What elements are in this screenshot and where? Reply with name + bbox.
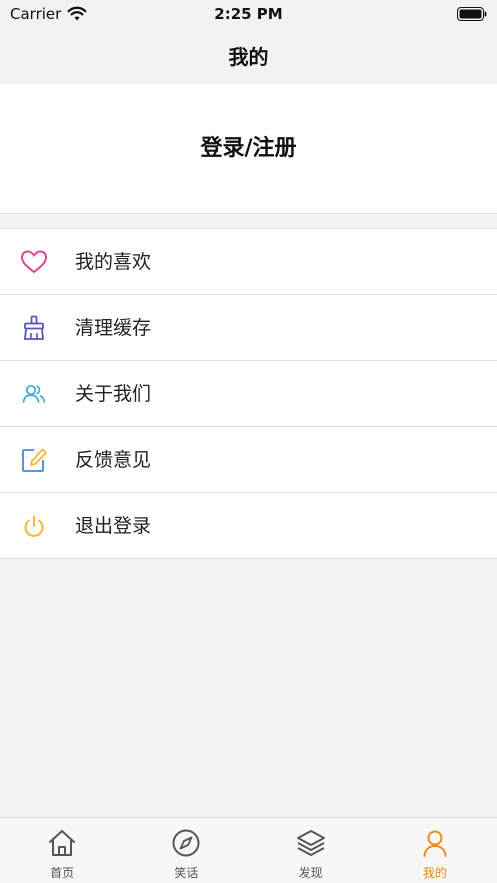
battery-icon — [457, 7, 487, 21]
compass-icon — [172, 829, 200, 857]
menu-item-label: 反馈意见 — [75, 449, 152, 471]
menu-item-feedback[interactable]: 反馈意见 — [0, 427, 497, 493]
tab-mine[interactable]: 我的 — [373, 818, 497, 883]
menu-item-label: 退出登录 — [75, 515, 152, 537]
menu-item-logout[interactable]: 退出登录 — [0, 493, 497, 559]
broom-icon — [24, 315, 44, 340]
page-title: 我的 — [0, 30, 497, 84]
person-icon — [423, 830, 447, 857]
edit-icon — [22, 448, 47, 472]
status-bar: Carrier 2:25 PM — [0, 0, 497, 30]
menu-item-label: 我的喜欢 — [75, 251, 152, 273]
menu-item-favorites[interactable]: 我的喜欢 — [0, 229, 497, 295]
menu-item-clear-cache[interactable]: 清理缓存 — [0, 295, 497, 361]
power-icon — [24, 515, 44, 537]
status-time: 2:25 PM — [214, 5, 283, 23]
home-icon — [49, 830, 76, 856]
menu-item-label: 清理缓存 — [75, 317, 152, 339]
tab-label: 发现 — [298, 866, 323, 880]
tab-home[interactable]: 首页 — [0, 818, 124, 883]
tab-jokes[interactable]: 笑话 — [124, 818, 248, 883]
heart-icon — [20, 250, 48, 274]
users-icon — [22, 384, 46, 403]
settings-menu: 我的喜欢 清理缓存 关于我们 反馈意见 退出登录 — [0, 228, 497, 559]
tab-discover[interactable]: 发现 — [249, 818, 373, 883]
tab-bar: 首页 笑话 发现 我的 — [0, 817, 497, 883]
menu-item-label: 关于我们 — [75, 383, 152, 405]
menu-item-about-us[interactable]: 关于我们 — [0, 361, 497, 427]
tab-label: 首页 — [50, 866, 75, 880]
tab-label: 笑话 — [174, 866, 199, 880]
tab-label: 我的 — [422, 866, 447, 880]
login-register-button[interactable]: 登录/注册 — [0, 84, 497, 214]
layers-icon — [296, 830, 325, 856]
